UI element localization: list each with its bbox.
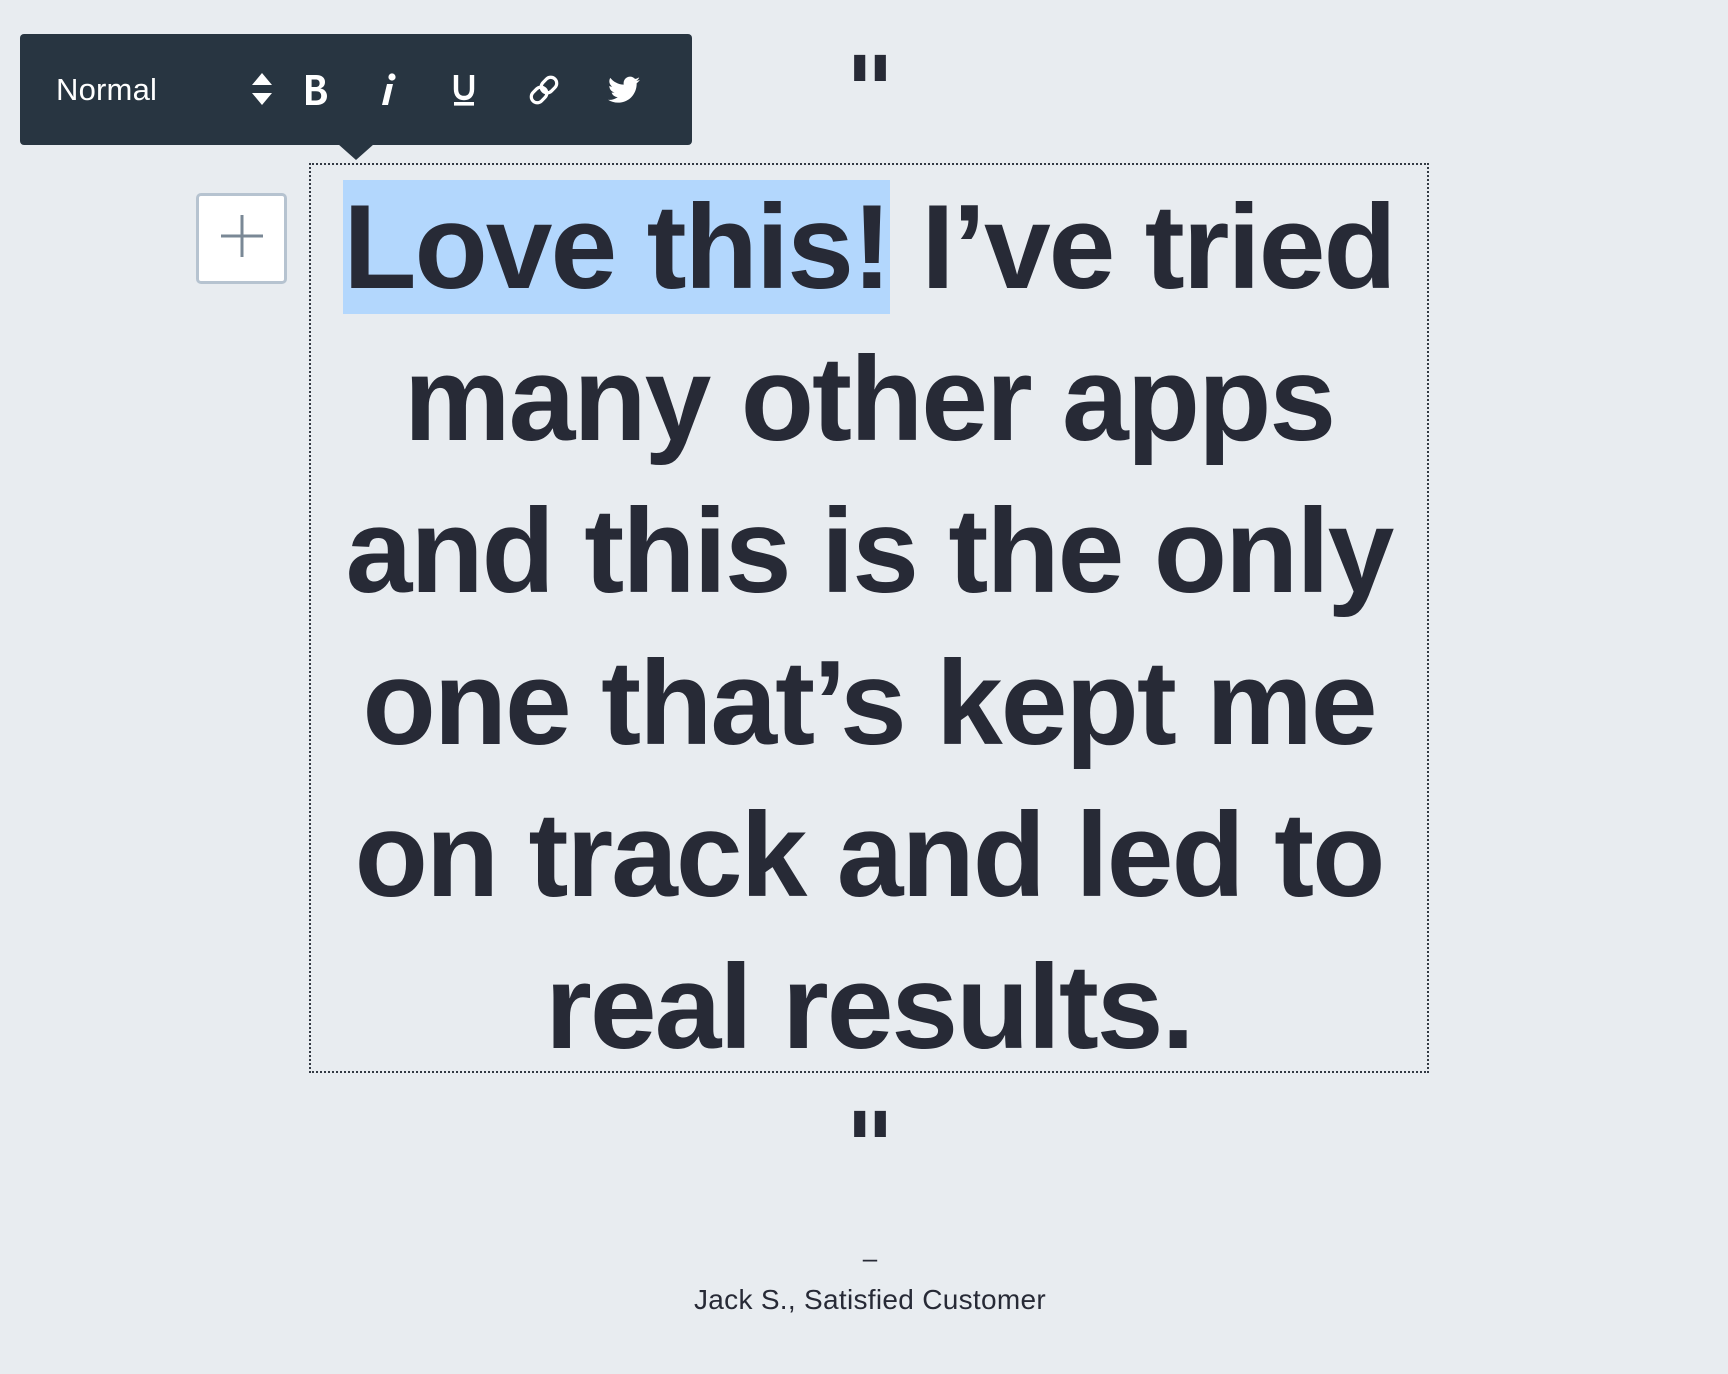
underline-icon [452, 73, 476, 107]
underline-button[interactable] [432, 34, 496, 145]
text-style-select[interactable]: Normal [56, 34, 286, 145]
twitter-share-button[interactable] [592, 34, 656, 145]
quote-text-editor[interactable]: Love this! I’ve tried many other apps an… [309, 163, 1429, 1074]
twitter-icon [608, 76, 640, 104]
close-quote-mark: " [844, 1092, 895, 1204]
attribution-dash: – [862, 1243, 878, 1273]
open-quote-mark: " [844, 36, 895, 148]
quote-text: I’ve tried many other apps and this is t… [345, 180, 1397, 1074]
italic-icon [378, 72, 398, 108]
inline-format-toolbar: Normal [20, 34, 692, 160]
select-arrows-icon [250, 71, 274, 112]
link-icon [527, 73, 561, 107]
bold-icon [303, 73, 329, 107]
selected-text: Love this! [343, 180, 892, 314]
italic-button[interactable] [356, 34, 420, 145]
plus-icon [219, 213, 265, 264]
link-button[interactable] [512, 34, 576, 145]
text-style-label: Normal [56, 71, 158, 107]
add-block-button[interactable] [196, 193, 287, 284]
bold-button[interactable] [284, 34, 348, 145]
citation-text[interactable]: Jack S., Satisfied Customer [550, 1284, 1190, 1316]
